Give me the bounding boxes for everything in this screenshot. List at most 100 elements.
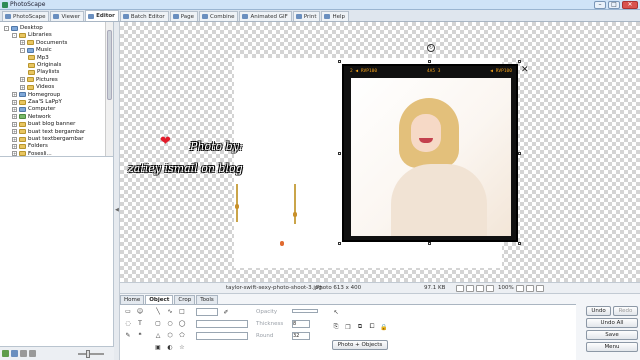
resize-handle-s[interactable] [428, 242, 431, 245]
resize-handle-ne[interactable] [518, 60, 521, 63]
select-arrow-icon[interactable]: ↖ [332, 308, 340, 316]
tab-combine[interactable]: Combine [199, 11, 239, 21]
resize-handle-sw[interactable] [338, 242, 341, 245]
shape-tool-icon[interactable]: ◐ [166, 343, 174, 351]
zoom-out-icon[interactable] [486, 285, 494, 292]
close-button[interactable]: ✕ [622, 1, 638, 9]
back-icon[interactable] [20, 350, 27, 357]
minimize-button[interactable]: – [594, 1, 606, 9]
expand-icon[interactable]: + [12, 99, 17, 105]
eyedropper-icon[interactable]: ✐ [222, 308, 230, 316]
editor-canvas[interactable]: ❤ Photo by: zatiey ismail on blog 2 ◀ RV… [120, 22, 640, 282]
tree-scrollbar-thumb[interactable] [107, 30, 112, 100]
sticker-icon[interactable]: ☺ [136, 307, 144, 315]
send-back-icon[interactable]: ⧠ [368, 323, 376, 331]
toolbox-tab-tools[interactable]: Tools [196, 295, 218, 304]
refresh-icon[interactable] [2, 350, 9, 357]
rectangle-tool-icon[interactable]: □ [178, 307, 186, 315]
tab-editor[interactable]: Editor [85, 10, 119, 21]
collapse-arrow-icon[interactable]: ◀ [115, 207, 119, 215]
triangle-tool-icon[interactable]: △ [154, 331, 162, 339]
expand-icon[interactable]: + [12, 114, 17, 120]
toolbox-tab-object[interactable]: Object [145, 295, 174, 304]
film-frame-object[interactable]: 2 ◀ RVP100 4A5 3 ◀ RVP100 [342, 64, 518, 242]
credit-text[interactable]: zatiey ismail on blog [128, 162, 243, 175]
ellipse-tool-icon[interactable]: ◯ [178, 319, 186, 327]
expand-icon[interactable]: + [12, 136, 17, 142]
photo-by-text[interactable]: Photo by: [190, 140, 243, 153]
expand-icon[interactable]: + [12, 143, 17, 149]
expand-icon[interactable]: + [20, 84, 25, 90]
thumbnail-size-slider-knob[interactable] [86, 349, 90, 358]
tab-print[interactable]: Print [292, 11, 321, 21]
maximize-button[interactable]: □ [608, 1, 620, 9]
resize-handle-se[interactable] [518, 242, 521, 245]
thickness-input[interactable]: 8 [292, 320, 310, 328]
compare-icon[interactable] [526, 285, 534, 292]
lock-object-icon[interactable]: 🔒 [380, 323, 388, 331]
collapse-icon[interactable]: - [12, 32, 17, 38]
expand-icon[interactable]: + [20, 40, 25, 46]
color-picker[interactable] [196, 308, 218, 316]
paste-object-icon[interactable]: ❐ [344, 323, 352, 331]
forward-icon[interactable] [29, 350, 36, 357]
menu-button[interactable]: Menu [586, 342, 638, 352]
tree-item-label: Desktop [20, 25, 43, 31]
undo-all-button[interactable]: Undo All [586, 318, 638, 328]
tree-scrollbar[interactable] [105, 22, 113, 156]
round-rect-tool-icon[interactable]: ▣ [154, 343, 162, 351]
tab-viewer[interactable]: Viewer [50, 11, 85, 21]
line-style-select[interactable] [196, 320, 248, 328]
thumbnail-size-slider[interactable] [78, 349, 104, 358]
hand-tool-icon[interactable] [536, 285, 544, 292]
zoom-in-icon[interactable] [476, 285, 484, 292]
circle-tool-icon[interactable]: ○ [166, 319, 174, 327]
expand-icon[interactable]: + [20, 77, 25, 83]
line-tool-icon[interactable]: ╲ [154, 307, 162, 315]
text-tool-icon[interactable]: T [136, 319, 144, 327]
tab-batch-editor[interactable]: Batch Editor [119, 11, 169, 21]
quote-icon[interactable]: ❝ [136, 331, 144, 339]
expand-icon[interactable]: + [12, 129, 17, 135]
resize-handle-w[interactable] [338, 152, 341, 155]
star-tool-icon[interactable]: ☆ [178, 343, 186, 351]
toolbox-tab-home[interactable]: Home [120, 295, 145, 304]
resize-handle-e[interactable] [518, 152, 521, 155]
photo-objects-button[interactable]: Photo + Objects [332, 340, 388, 350]
toolbox-tab-crop[interactable]: Crop [174, 295, 196, 304]
rotate-handle-icon[interactable]: ↻ [427, 44, 435, 52]
expand-icon[interactable]: + [12, 106, 17, 112]
tab-animated-gif[interactable]: Animated GIF [239, 11, 292, 21]
resize-handle-n[interactable] [428, 60, 431, 63]
bring-front-icon[interactable]: ⧉ [356, 323, 364, 331]
polygon-tool-icon[interactable]: ⬠ [178, 331, 186, 339]
zoom-menu-icon[interactable] [516, 285, 524, 292]
square-tool-icon[interactable]: ▢ [154, 319, 162, 327]
symbol-icon[interactable]: ✎ [124, 331, 132, 339]
actual-size-icon[interactable] [466, 285, 474, 292]
expand-icon[interactable]: + [12, 121, 17, 127]
copy-object-icon[interactable]: ⎘ [332, 323, 340, 331]
view-mode-icon[interactable] [11, 350, 18, 357]
curve-tool-icon[interactable]: ∿ [166, 307, 174, 315]
speech-balloon-icon[interactable]: ◌ [124, 319, 132, 327]
save-button[interactable]: Save [586, 330, 638, 340]
redo-button[interactable]: Redo [613, 306, 638, 316]
expand-icon[interactable]: + [12, 92, 17, 98]
tab-help[interactable]: Help [321, 11, 350, 21]
hexagon-tool-icon[interactable]: ⬡ [166, 331, 174, 339]
collapse-icon[interactable]: - [4, 25, 9, 31]
undo-button[interactable]: Undo [586, 306, 611, 316]
delete-object-icon[interactable]: ✕ [521, 65, 529, 75]
tab-photoscape[interactable]: PhotoScape [2, 11, 50, 21]
photo-insert-icon[interactable]: ▭ [124, 307, 132, 315]
resize-handle-nw[interactable] [338, 60, 341, 63]
heart-sticker-icon[interactable]: ❤ [160, 134, 171, 149]
collapse-icon[interactable]: - [20, 47, 25, 53]
fit-screen-icon[interactable] [456, 285, 464, 292]
shape-style-select[interactable] [196, 332, 248, 340]
tab-page[interactable]: Page [169, 11, 199, 21]
round-input[interactable]: 32 [292, 332, 310, 340]
opacity-slider[interactable] [292, 309, 318, 313]
file-thumbnail-panel[interactable] [0, 156, 114, 346]
